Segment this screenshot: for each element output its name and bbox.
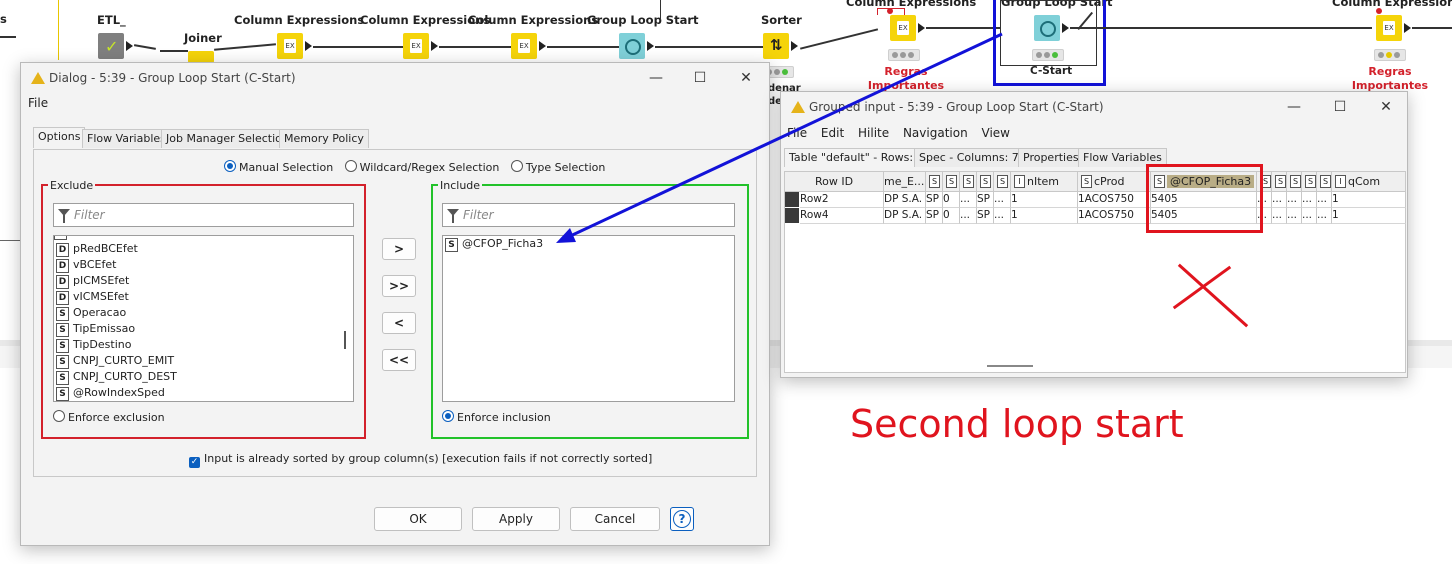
annotation-arrow	[556, 32, 1003, 243]
